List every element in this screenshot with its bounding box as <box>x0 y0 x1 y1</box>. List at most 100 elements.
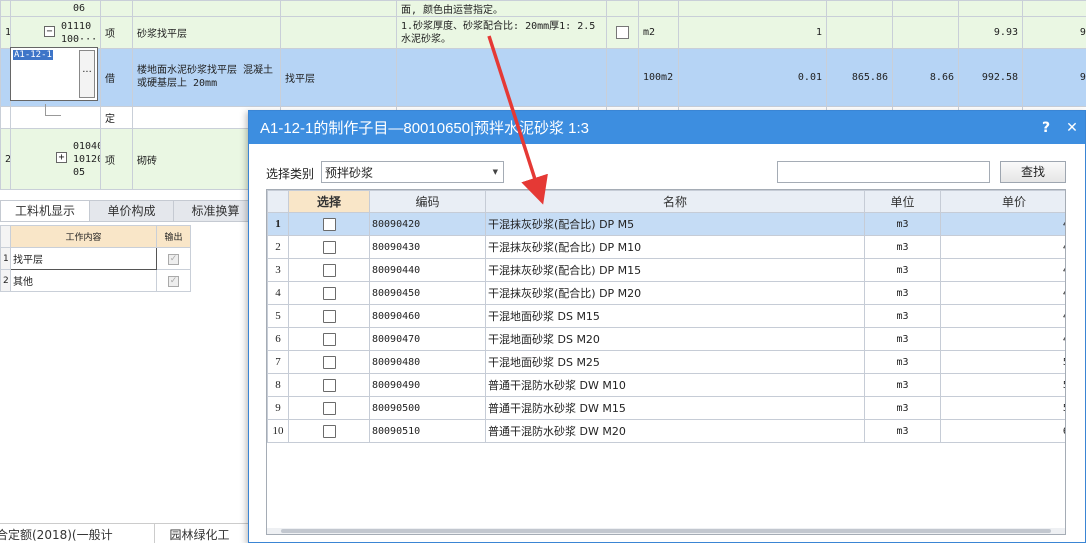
header-price[interactable]: 单价 <box>940 190 1065 213</box>
table-row[interactable]: 8 80090490普通干混防水砂浆 DW M10m3577. <box>267 373 1065 397</box>
work-content-cell[interactable]: 找平层 <box>10 247 157 270</box>
tab-labor-material[interactable]: 工料机显示 <box>0 200 90 222</box>
search-input[interactable] <box>777 161 990 183</box>
select-cell[interactable] <box>288 396 370 420</box>
unit-cell[interactable]: m3 <box>864 304 941 328</box>
table-row[interactable]: 6 80090470干混地面砂浆 DS M20m3497. <box>267 327 1065 351</box>
select-checkbox[interactable] <box>322 332 336 346</box>
code-cell[interactable]: 80090450 <box>369 281 486 305</box>
select-cell[interactable] <box>288 419 370 443</box>
table-row[interactable]: 1 80090420干混抹灰砂浆(配合比) DP M5m3455. <box>267 212 1065 236</box>
name-cell[interactable]: 普通干混防水砂浆 DW M10 <box>485 373 865 397</box>
unit-cell[interactable]: m3 <box>864 281 941 305</box>
status-quota[interactable]: 合定额(2018)(一般计税) <box>0 524 156 543</box>
name-cell[interactable]: 干混抹灰砂浆(配合比) DP M10 <box>485 235 865 259</box>
unit-cell[interactable]: m3 <box>864 212 941 236</box>
table-row[interactable]: 9 80090500普通干混防水砂浆 DW M15m3595. <box>267 396 1065 420</box>
name-cell[interactable]: 干混地面砂浆 DS M25 <box>485 350 865 374</box>
unit-cell[interactable]: m3 <box>864 396 941 420</box>
price-cell[interactable]: 512. <box>940 350 1065 374</box>
ellipsis-button[interactable]: ··· <box>79 50 95 98</box>
price-cell[interactable]: 455. <box>940 212 1065 236</box>
select-checkbox[interactable] <box>322 263 336 277</box>
price-cell[interactable]: 479. <box>940 304 1065 328</box>
table-row[interactable]: 7 80090480干混地面砂浆 DS M25m3512. <box>267 350 1065 374</box>
unit-cell[interactable]: m3 <box>864 327 941 351</box>
code-cell[interactable]: 80090430 <box>369 235 486 259</box>
unit-cell[interactable]: m3 <box>864 350 941 374</box>
tab-standard-conversion[interactable]: 标准换算 <box>174 200 258 222</box>
select-checkbox[interactable] <box>322 424 336 438</box>
select-cell[interactable] <box>288 258 370 282</box>
bg-row[interactable]: 1 − 01110 100··· 项 砂浆找平层 1.砂浆厚度、砂浆配合比: 2… <box>0 16 1086 49</box>
header-code[interactable]: 编码 <box>369 190 486 213</box>
name-cell[interactable]: 干混抹灰砂浆(配合比) DP M20 <box>485 281 865 305</box>
select-cell[interactable] <box>288 350 370 374</box>
expand-icon[interactable]: + <box>56 152 67 163</box>
search-button[interactable]: 查找 <box>1000 161 1066 183</box>
header-unit[interactable]: 单位 <box>864 190 941 213</box>
tab-unit-price[interactable]: 单价构成 <box>90 200 174 222</box>
price-cell[interactable]: 577. <box>940 373 1065 397</box>
work-content-cell[interactable]: 其他 <box>10 269 157 292</box>
name-cell[interactable]: 干混抹灰砂浆(配合比) DP M5 <box>485 212 865 236</box>
name-cell[interactable]: 普通干混防水砂浆 DW M15 <box>485 396 865 420</box>
unit-cell[interactable]: m3 <box>864 235 941 259</box>
unit-cell[interactable]: m3 <box>864 419 941 443</box>
code-cell[interactable]: 80090490 <box>369 373 486 397</box>
table-row[interactable]: 5 80090460干混地面砂浆 DS M15m3479. <box>267 304 1065 328</box>
table-row[interactable]: 3 80090440干混抹灰砂浆(配合比) DP M15m3487. <box>267 258 1065 282</box>
select-checkbox[interactable] <box>322 309 336 323</box>
unit-cell[interactable]: m3 <box>864 258 941 282</box>
code-cell[interactable]: 80090420 <box>369 212 486 236</box>
name-cell[interactable]: 干混抹灰砂浆(配合比) DP M15 <box>485 258 865 282</box>
select-cell[interactable] <box>288 235 370 259</box>
select-cell[interactable] <box>288 304 370 328</box>
table-row[interactable]: 2 80090430干混抹灰砂浆(配合比) DP M10m3469. <box>267 235 1065 259</box>
code-cell[interactable]: 80090440 <box>369 258 486 282</box>
select-checkbox[interactable] <box>322 355 336 369</box>
table-row[interactable]: 1 找平层 ✓ <box>0 247 191 270</box>
price-cell[interactable]: 487. <box>940 258 1065 282</box>
scrollbar-thumb[interactable] <box>281 529 1051 533</box>
header-select[interactable]: 选择 <box>288 190 370 213</box>
collapse-icon[interactable]: − <box>44 26 55 38</box>
select-cell[interactable] <box>288 281 370 305</box>
table-row[interactable]: 2 其他 ✓ <box>0 269 191 292</box>
unit-cell[interactable]: m3 <box>864 373 941 397</box>
code-cell[interactable]: 80090480 <box>369 350 486 374</box>
code-cell[interactable]: 80090500 <box>369 396 486 420</box>
select-checkbox[interactable] <box>322 217 336 231</box>
select-cell[interactable] <box>288 373 370 397</box>
select-checkbox[interactable] <box>322 240 336 254</box>
bg-row[interactable]: 06 面, 颜色由运营指定。 <box>0 0 1086 18</box>
code-cell[interactable]: 80090510 <box>369 419 486 443</box>
bg-row-selected[interactable]: 借 楼地面水泥砂浆找平层 混凝土或硬基层上 20mm 找平层 100m2 0.0… <box>0 47 1086 107</box>
table-row[interactable]: 10 80090510普通干混防水砂浆 DW M20m3604. <box>267 419 1065 443</box>
close-icon[interactable]: ✕ <box>1059 120 1085 136</box>
select-checkbox[interactable] <box>322 286 336 300</box>
name-cell[interactable]: 干混地面砂浆 DS M15 <box>485 304 865 328</box>
category-select[interactable]: 预拌砂浆 ▼ <box>321 161 504 183</box>
help-icon[interactable]: ? <box>1033 120 1059 136</box>
select-checkbox[interactable] <box>322 378 336 392</box>
dialog-title-bar[interactable]: A1-12-1的制作子目—80010650|预拌水泥砂浆 1:3 ? ✕ <box>249 111 1085 144</box>
status-landscape[interactable]: 园林绿化工程 <box>155 524 250 543</box>
bg-checkbox[interactable] <box>616 26 629 39</box>
price-cell[interactable]: 604. <box>940 419 1065 443</box>
price-cell[interactable]: 595. <box>940 396 1065 420</box>
code-cell[interactable]: 80090470 <box>369 327 486 351</box>
select-cell[interactable] <box>288 212 370 236</box>
name-cell[interactable]: 普通干混防水砂浆 DW M20 <box>485 419 865 443</box>
header-name[interactable]: 名称 <box>485 190 865 213</box>
horizontal-scrollbar[interactable] <box>267 528 1065 534</box>
price-cell[interactable]: 496. <box>940 281 1065 305</box>
select-cell[interactable] <box>288 327 370 351</box>
select-checkbox[interactable] <box>322 401 336 415</box>
price-cell[interactable]: 497. <box>940 327 1065 351</box>
name-cell[interactable]: 干混地面砂浆 DS M20 <box>485 327 865 351</box>
code-edit-cell[interactable]: A1-12-1 ··· <box>10 47 98 101</box>
code-cell[interactable]: 80090460 <box>369 304 486 328</box>
price-cell[interactable]: 469. <box>940 235 1065 259</box>
table-row[interactable]: 4 80090450干混抹灰砂浆(配合比) DP M20m3496. <box>267 281 1065 305</box>
